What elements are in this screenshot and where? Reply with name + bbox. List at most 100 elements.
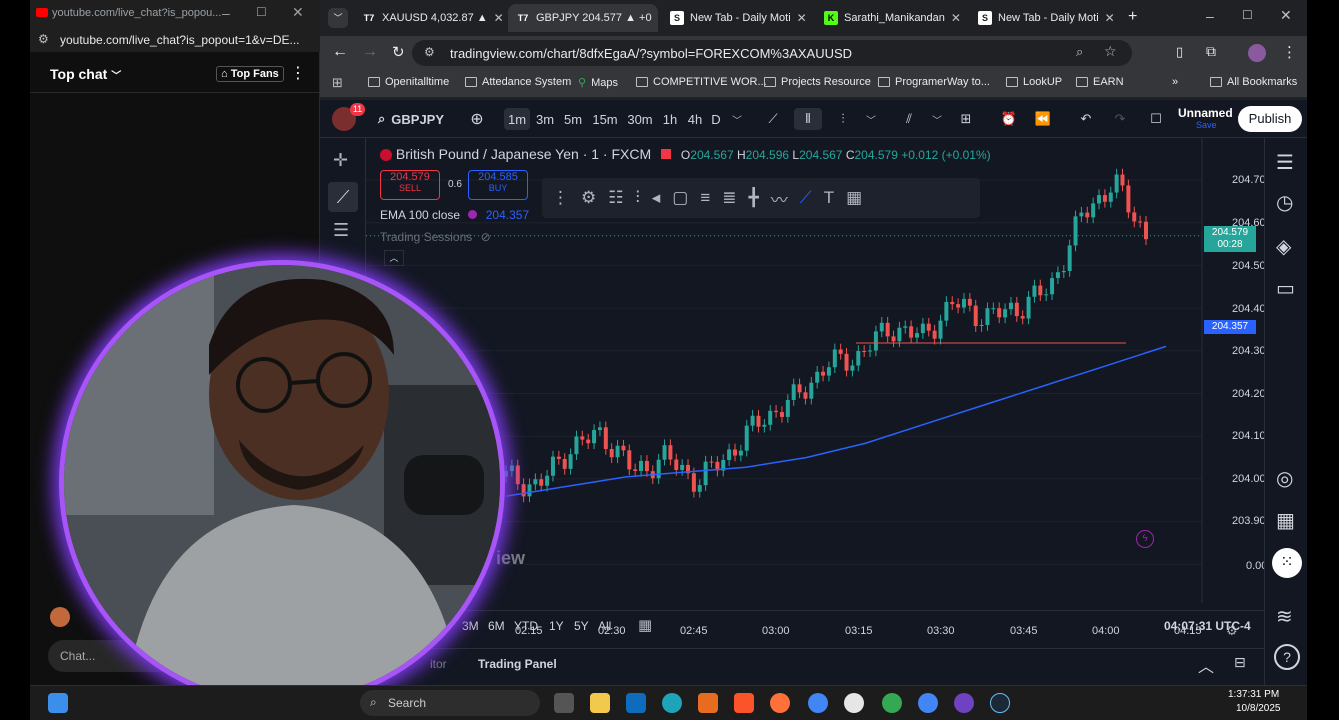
tab-xauusd[interactable]: T7 XAUUSD 4,032.87 ▲ ✕ <box>354 4 504 32</box>
forward-icon[interactable]: → <box>362 43 378 61</box>
range-ytd[interactable]: YTD <box>514 619 538 633</box>
site-settings-icon[interactable]: ⚙ <box>38 32 49 46</box>
chart-pane[interactable]: British Pound / Japanese Yen · 1 · FXCM … <box>366 138 1272 638</box>
template-icon[interactable]: ☷ <box>608 188 623 208</box>
minimize-icon[interactable]: – <box>1206 8 1214 24</box>
symbol-search-button[interactable]: ⌕ GBPJPY <box>378 108 478 130</box>
close-tab-icon[interactable]: ✕ <box>494 11 504 25</box>
site-info-icon[interactable]: ⚙ <box>424 45 435 59</box>
indicators-icon[interactable]: ⫽ <box>898 108 920 130</box>
interval-1h[interactable]: 1h <box>658 108 682 130</box>
calendar-icon[interactable]: ▦ <box>1276 508 1295 533</box>
lines-icon[interactable]: ≡ <box>700 188 710 208</box>
replay-icon[interactable]: ⏪ <box>1032 108 1054 130</box>
chrome-active-icon[interactable] <box>918 693 938 713</box>
interval-15m[interactable]: 15m <box>590 108 620 130</box>
tab-new-tab-2[interactable]: S New Tab - Daily Moti ✕ <box>970 4 1120 32</box>
windows-start-icon[interactable] <box>48 693 68 713</box>
top-chat-dropdown[interactable]: Top chat ﹀ <box>50 66 121 82</box>
bookmark-programerway[interactable]: ProgramerWay to... <box>878 76 990 88</box>
maximize-icon[interactable]: ☐ <box>256 5 267 19</box>
bookmark-earn[interactable]: EARN <box>1076 76 1124 88</box>
close-tab-icon[interactable]: ✕ <box>1105 11 1115 25</box>
brush-icon[interactable]: ⫶ <box>636 188 640 208</box>
bookmarks-icon[interactable]: ▯ <box>1176 44 1183 60</box>
path-icon[interactable]: 〰 <box>771 186 788 211</box>
taskbar-date[interactable]: 10/8/2025 <box>1236 703 1281 714</box>
undo-icon[interactable]: ↶ <box>1076 108 1096 130</box>
address-bar[interactable]: ⚙ tradingview.com/chart/8dfxEgaA/?symbol… <box>412 40 1132 66</box>
trend-line-icon[interactable]: ⟋ <box>328 182 358 212</box>
all-bookmarks[interactable]: All Bookmarks <box>1210 76 1297 88</box>
reload-icon[interactable]: ↻ <box>392 43 405 61</box>
edge-icon[interactable] <box>662 693 682 713</box>
range-all[interactable]: All <box>598 619 611 633</box>
compare-symbol-icon[interactable]: ⊕ <box>466 108 488 130</box>
minimize-icon[interactable]: – <box>222 5 230 21</box>
firefox-icon[interactable] <box>770 693 790 713</box>
back-icon[interactable]: ← <box>332 43 348 61</box>
bars-icon[interactable]: ⫶ <box>832 108 854 130</box>
layers-icon[interactable]: ◈ <box>1276 234 1291 259</box>
tab-gbpjpy[interactable]: T7 GBPJPY 204.577 ▲ +0 ✕ <box>508 4 658 32</box>
task-view-icon[interactable] <box>554 693 574 713</box>
apps-grid-icon[interactable]: ⁙ <box>1272 548 1302 578</box>
lightning-icon[interactable]: ϟ <box>1136 530 1154 548</box>
bookmark-attendance[interactable]: Attedance System <box>465 76 571 88</box>
outlook-icon[interactable] <box>626 693 646 713</box>
calendar-range-icon[interactable]: ▦ <box>638 616 652 634</box>
ema-legend[interactable]: EMA 100 close 204.357 <box>380 208 529 222</box>
layout-name[interactable]: Unnamed <box>1178 106 1233 120</box>
collapse-panel-icon[interactable]: ︿ <box>1198 653 1214 677</box>
zoom-icon[interactable]: ⌕ <box>1076 44 1083 60</box>
alerts-clock-icon[interactable]: ◷ <box>1276 190 1293 215</box>
channel-icon[interactable]: ≣ <box>722 188 736 208</box>
close-icon[interactable]: ✕ <box>1280 7 1292 24</box>
apps-icon[interactable]: ⊞ <box>332 75 343 91</box>
interval-30m[interactable]: 30m <box>624 108 656 130</box>
help-icon[interactable]: ? <box>1274 644 1300 670</box>
address-bar[interactable]: ⚙ youtube.com/live_chat?is_popout=1&v=DE… <box>30 28 320 52</box>
cross-icon[interactable]: ╋ <box>749 188 759 208</box>
chrome-canary-icon[interactable] <box>882 693 902 713</box>
collapse-legend-icon[interactable]: ︿ <box>384 250 404 266</box>
buy-button[interactable]: 204.585 BUY <box>468 170 528 200</box>
close-tab-icon[interactable]: ✕ <box>797 11 807 25</box>
more-bookmarks-icon[interactable]: » <box>1172 76 1178 88</box>
grid-icon[interactable]: ▦ <box>846 188 862 208</box>
extensions-icon[interactable]: ⧉ <box>1206 43 1216 60</box>
file-explorer-icon[interactable] <box>590 693 610 713</box>
line-chart-icon[interactable]: ⟋ <box>762 108 784 130</box>
github-icon[interactable] <box>844 693 864 713</box>
menu-icon[interactable]: ⋮ <box>1282 43 1297 61</box>
tab-new-tab-1[interactable]: S New Tab - Daily Moti ✕ <box>662 4 812 32</box>
brave-icon[interactable] <box>734 693 754 713</box>
chrome-icon[interactable] <box>808 693 828 713</box>
chevron-down-icon[interactable]: ﹀ <box>930 108 944 130</box>
more-options-icon[interactable]: ⋮ <box>290 63 306 83</box>
text-icon[interactable]: T <box>824 188 834 208</box>
broadcast-icon[interactable]: ≋ <box>1276 604 1293 629</box>
ray-icon[interactable]: ⟋ <box>800 188 812 208</box>
top-fans-button[interactable]: ⌂ Top Fans <box>216 66 284 82</box>
fullscreen-icon[interactable]: ☐ <box>1146 108 1166 130</box>
range-1y[interactable]: 1Y <box>549 619 564 633</box>
publish-button[interactable]: Publish <box>1238 106 1302 132</box>
winamp-icon[interactable] <box>698 693 718 713</box>
range-6m[interactable]: 6M <box>488 619 505 633</box>
redo-icon[interactable]: ↷ <box>1110 108 1130 130</box>
watchlist-icon[interactable]: ☰ <box>1276 150 1294 175</box>
eye-hidden-icon[interactable]: ⊘ <box>481 230 491 244</box>
close-icon[interactable]: ✕ <box>292 4 304 21</box>
steam-icon[interactable] <box>990 693 1010 713</box>
obs-icon[interactable] <box>954 693 974 713</box>
target-icon[interactable]: ◎ <box>1276 466 1293 491</box>
maximize-panel-icon[interactable]: ⊟ <box>1234 654 1246 671</box>
sessions-legend[interactable]: Trading Sessions ⊘ <box>380 230 491 244</box>
rectangle-icon[interactable]: ▢ <box>672 188 688 208</box>
bookmark-competitive[interactable]: COMPETITIVE WOR... <box>636 76 767 88</box>
measure-icon[interactable]: ◂ <box>652 188 661 208</box>
bookmark-star-icon[interactable]: ☆ <box>1104 43 1117 60</box>
chevron-down-icon[interactable]: ﹀ <box>730 108 744 130</box>
tab-sarathi[interactable]: K Sarathi_Manikandan ✕ <box>816 4 966 32</box>
